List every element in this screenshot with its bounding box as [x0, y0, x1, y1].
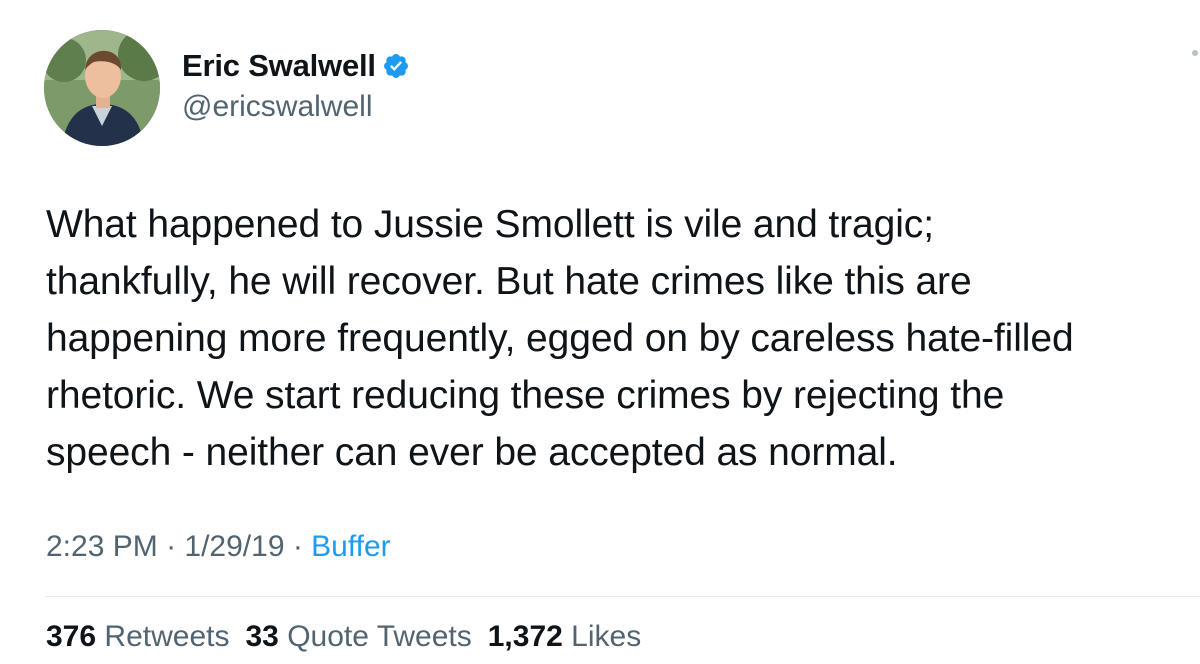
divider [46, 596, 1200, 597]
retweets-count: 376 [46, 620, 97, 653]
likes-stat[interactable]: 1,372 Likes [488, 620, 641, 654]
author-name-row[interactable]: Eric Swalwell [182, 48, 410, 84]
tweet-text-line: rhetoric. We start reducing these crimes… [46, 374, 1005, 417]
tweet-card: Eric Swalwell @ericswalwell What happene… [0, 0, 1200, 664]
retweets-stat[interactable]: 376 Retweets [46, 620, 229, 654]
tweet-source-link[interactable]: Buffer [311, 530, 391, 563]
author-handle[interactable]: @ericswalwell [182, 90, 373, 124]
meta-separator: · [284, 530, 312, 563]
tweet-text-line: happening more frequently, egged on by c… [46, 317, 1074, 360]
tweet-text: What happened to Jussie Smollett is vile… [46, 196, 1200, 481]
tweet-metadata: 2:23 PM · 1/29/19 · Buffer [46, 530, 391, 564]
tweet-text-line: What happened to Jussie Smollett is vile… [46, 203, 934, 246]
author-display-name[interactable]: Eric Swalwell [182, 48, 376, 84]
likes-label: Likes [571, 620, 642, 653]
retweets-label: Retweets [104, 620, 230, 653]
meta-separator: · [157, 530, 185, 563]
tweet-time[interactable]: 2:23 PM [46, 530, 158, 563]
avatar[interactable] [44, 30, 160, 146]
tweet-date[interactable]: 1/29/19 [184, 530, 284, 563]
likes-count: 1,372 [487, 620, 563, 653]
quote-tweets-label: Quote Tweets [287, 620, 472, 653]
verified-badge-icon [382, 52, 410, 80]
tweet-stats: 376 Retweets 33 Quote Tweets 1,372 Likes [46, 620, 657, 654]
quote-tweets-count: 33 [245, 620, 279, 653]
more-options-icon[interactable] [1186, 50, 1200, 90]
quote-tweets-stat[interactable]: 33 Quote Tweets [245, 620, 471, 654]
profile-photo-icon [44, 30, 160, 146]
tweet-text-line: thankfully, he will recover. But hate cr… [46, 260, 972, 303]
tweet-text-line: speech - neither can ever be accepted as… [46, 431, 898, 474]
